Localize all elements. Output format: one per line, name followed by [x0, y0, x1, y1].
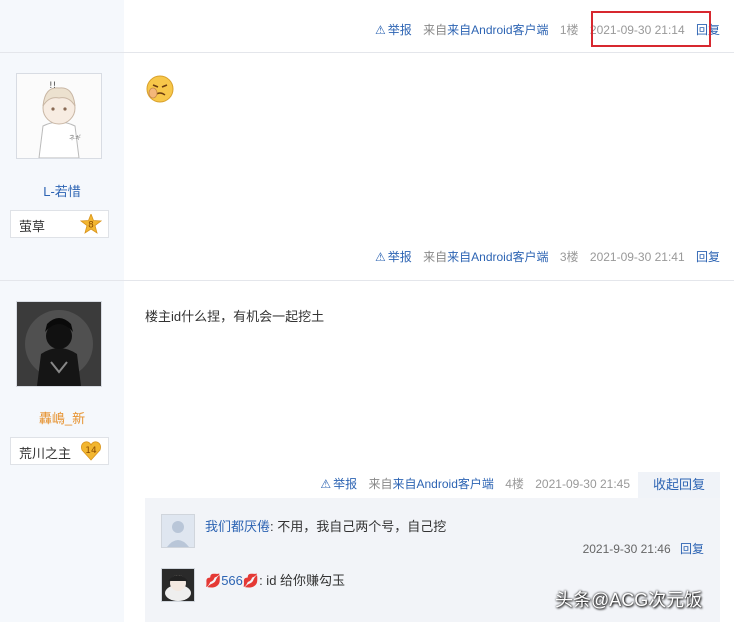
post-tail: ⚠ 举报 来自来自Android客户端 4楼 2021-09-30 21:45	[312, 475, 630, 493]
level-badge[interactable]: 荒川之主 14	[10, 437, 109, 465]
report-link[interactable]: ⚠ 举报	[375, 250, 412, 264]
level-badge[interactable]: 萤草 8	[10, 210, 109, 238]
avatar[interactable]	[161, 568, 195, 602]
level-name: 荒川之主	[19, 446, 72, 461]
sub-reply-meta: 2021-9-30 21:46 回复	[583, 540, 704, 557]
highlight-box	[591, 11, 711, 47]
report-link[interactable]: ⚠ 举报	[320, 477, 357, 491]
report-link[interactable]: ⚠ 举报	[375, 23, 412, 37]
floor-number: 3楼	[559, 250, 579, 264]
watermark: 头条@ACG次元饭	[555, 590, 703, 610]
floor-number: 1楼	[559, 23, 579, 37]
level-number: 14	[85, 446, 97, 456]
sub-reply-author[interactable]: 我们都厌倦	[205, 519, 270, 534]
dark-figure-avatar-image	[17, 302, 101, 386]
author-name[interactable]: L-若惜	[0, 181, 124, 200]
lips-icon: 💋	[242, 573, 260, 588]
level-name: 萤草	[19, 219, 46, 234]
sub-reply-time: 2021-9-30 21:46	[582, 542, 671, 556]
source-client[interactable]: 来自来自Android客户端	[368, 477, 493, 491]
avatar[interactable]: !! ネギ	[16, 73, 102, 159]
post-divider	[0, 52, 734, 53]
level-star-icon: 8	[80, 214, 102, 234]
emoji-icon	[146, 75, 174, 103]
default-user-icon	[162, 515, 194, 547]
lips-icon: 💋	[205, 573, 222, 588]
avatar[interactable]	[161, 514, 195, 548]
svg-text:!!: !!	[49, 81, 56, 91]
warning-icon: ⚠	[375, 250, 386, 264]
level-heart-icon: 14	[81, 441, 101, 461]
level-number: 8	[88, 221, 94, 231]
sub-reply-text: 我们都厌倦: 不用，我自己两个号，自己挖	[205, 519, 447, 534]
anime-avatar-image: !! ネギ	[17, 74, 101, 159]
post-time: 2021-09-30 21:41	[589, 250, 685, 264]
source-client[interactable]: 来自来自Android客户端	[423, 250, 548, 264]
warning-icon: ⚠	[375, 23, 386, 37]
post-tail: ⚠ 举报 来自来自Android客户端 3楼 2021-09-30 21:41 回…	[367, 248, 720, 266]
post-time: 2021-09-30 21:45	[535, 477, 630, 491]
sub-reply-author[interactable]: 566	[221, 573, 243, 588]
svg-text:ネギ: ネギ	[69, 135, 81, 142]
avatar[interactable]	[16, 301, 102, 387]
source-client[interactable]: 来自来自Android客户端	[423, 23, 548, 37]
floor-number: 4楼	[505, 477, 524, 491]
sub-reply-text: 💋566💋: id 给你赚勾玉	[205, 573, 346, 588]
warning-icon: ⚠	[320, 477, 332, 491]
sub-reply-link[interactable]: 回复	[680, 542, 704, 556]
author-name[interactable]: 轟嶋_新	[0, 408, 124, 427]
reply-link[interactable]: 回复	[696, 250, 720, 264]
post-divider	[0, 280, 734, 281]
collapse-replies-button[interactable]: 收起回复	[638, 472, 720, 498]
character-avatar-image	[162, 569, 194, 601]
post-content: 楼主id什么捏，有机会一起挖土	[145, 309, 325, 324]
